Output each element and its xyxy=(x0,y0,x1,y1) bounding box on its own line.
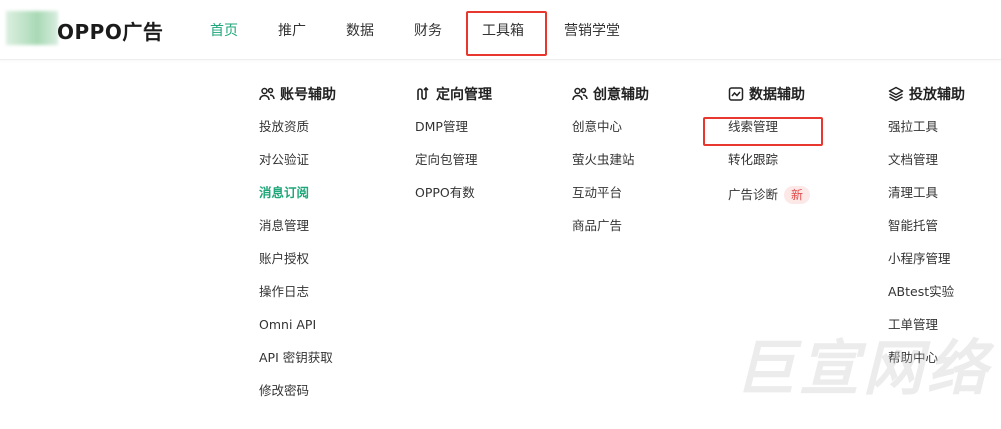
menu-item-firefly-site[interactable]: 萤火虫建站 xyxy=(572,150,649,183)
column-title-targeting: 定向管理 xyxy=(415,84,492,104)
logo-text: OPPO广告 xyxy=(57,20,164,44)
menu-item-api-key[interactable]: API 密钥获取 xyxy=(259,348,336,381)
menu-item-cleanup-tool[interactable]: 清理工具 xyxy=(888,183,965,216)
menu-column-account: 账号辅助 投放资质 对公验证 消息订阅 消息管理 账户授权 操作日志 Omni … xyxy=(259,84,336,414)
menu-item-ad-diagnosis[interactable]: 广告诊断新 xyxy=(728,183,811,216)
menu-item-abtest[interactable]: ABtest实验 xyxy=(888,282,965,315)
chart-icon xyxy=(728,86,744,102)
menu-item-interactive-platform[interactable]: 互动平台 xyxy=(572,183,649,216)
menu-item-targeting-package[interactable]: 定向包管理 xyxy=(415,150,492,183)
menu-item-qualification[interactable]: 投放资质 xyxy=(259,117,336,150)
menu-item-omni-api[interactable]: Omni API xyxy=(259,315,336,348)
nav-promotion[interactable]: 推广 xyxy=(278,20,306,40)
menu-item-operation-log[interactable]: 操作日志 xyxy=(259,282,336,315)
menu-item-smart-hosting[interactable]: 智能托管 xyxy=(888,216,965,249)
toolbox-highlight-box xyxy=(466,11,547,56)
column-title-account: 账号辅助 xyxy=(259,84,336,104)
menu-item-message-subscription[interactable]: 消息订阅 xyxy=(259,183,336,216)
menu-item-product-ads[interactable]: 商品广告 xyxy=(572,216,649,249)
menu-item-pull-tool[interactable]: 强拉工具 xyxy=(888,117,965,150)
menu-item-oppo-youshu[interactable]: OPPO有数 xyxy=(415,183,492,216)
users-icon xyxy=(259,86,275,102)
menu-item-document-management[interactable]: 文档管理 xyxy=(888,150,965,183)
targeting-icon xyxy=(415,86,431,102)
column-title-creative: 创意辅助 xyxy=(572,84,649,104)
nav-home[interactable]: 首页 xyxy=(210,20,238,40)
menu-item-creative-center[interactable]: 创意中心 xyxy=(572,117,649,150)
lead-management-highlight-box xyxy=(703,117,823,146)
menu-item-conversion-tracking[interactable]: 转化跟踪 xyxy=(728,150,810,183)
menu-column-data: 数据辅助 线索管理 转化跟踪 广告诊断新 xyxy=(728,84,811,216)
new-badge: 新 xyxy=(784,186,811,204)
nav-finance[interactable]: 财务 xyxy=(414,20,442,40)
menu-column-creative: 创意辅助 创意中心 萤火虫建站 互动平台 商品广告 xyxy=(572,84,649,249)
logo-image xyxy=(6,11,58,45)
menu-item-corporate-verify[interactable]: 对公验证 xyxy=(259,150,336,183)
menu-item-mini-program[interactable]: 小程序管理 xyxy=(888,249,965,282)
menu-item-dmp[interactable]: DMP管理 xyxy=(415,117,492,150)
column-title-data: 数据辅助 xyxy=(728,84,810,104)
menu-item-account-authorization[interactable]: 账户授权 xyxy=(259,249,336,282)
menu-column-targeting: 定向管理 DMP管理 定向包管理 OPPO有数 xyxy=(415,84,492,216)
users-icon xyxy=(572,86,588,102)
menu-item-message-management[interactable]: 消息管理 xyxy=(259,216,336,249)
menu-item-change-password[interactable]: 修改密码 xyxy=(259,381,336,414)
nav-data[interactable]: 数据 xyxy=(346,20,374,40)
column-title-delivery: 投放辅助 xyxy=(888,84,965,104)
layers-icon xyxy=(888,86,904,102)
watermark: 巨宣网络 xyxy=(735,334,991,404)
nav-marketing-academy[interactable]: 营销学堂 xyxy=(564,20,620,40)
